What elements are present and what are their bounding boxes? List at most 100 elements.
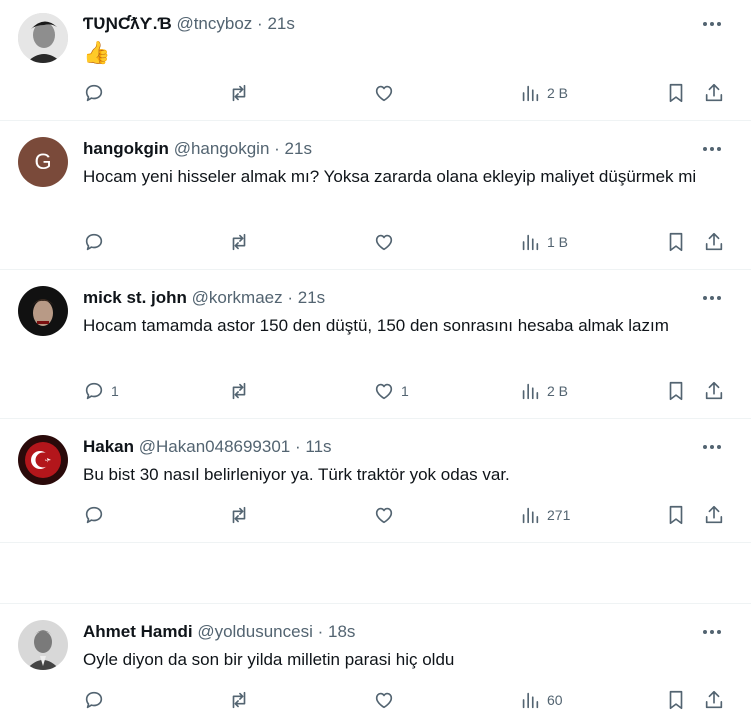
reply-count: 1 <box>111 383 119 399</box>
bookmark-icon <box>669 232 683 252</box>
bookmark-button[interactable] <box>665 688 687 712</box>
share-icon <box>705 83 723 102</box>
reply-icon <box>85 233 103 251</box>
heart-icon <box>375 85 393 102</box>
author-name[interactable]: mick st. john <box>83 288 187 307</box>
reply-button[interactable] <box>83 81 111 105</box>
analytics-icon <box>522 85 539 102</box>
avatar-letter: G <box>34 149 52 174</box>
share-icon <box>705 505 723 524</box>
author-name[interactable]: Ahmet Hamdi <box>83 622 193 641</box>
more-options-icon[interactable] <box>701 138 723 160</box>
share-button[interactable] <box>703 379 725 403</box>
share-button[interactable] <box>703 81 725 105</box>
views-button[interactable]: 2 B <box>519 379 568 403</box>
view-count: 60 <box>547 692 563 708</box>
retweet-button[interactable] <box>228 688 250 712</box>
like-button[interactable] <box>373 503 401 527</box>
timestamp[interactable]: 11s <box>305 437 331 456</box>
retweet-icon <box>232 506 246 524</box>
more-options-icon[interactable] <box>701 436 723 458</box>
share-button[interactable] <box>703 230 725 254</box>
views-button[interactable]: 2 B <box>519 81 568 105</box>
more-options-icon[interactable] <box>701 287 723 309</box>
timestamp[interactable]: 21s <box>298 288 325 307</box>
tweet-actions: 1 B <box>83 230 728 254</box>
share-button[interactable] <box>703 688 725 712</box>
share-icon <box>705 381 723 400</box>
avatar[interactable] <box>18 435 68 485</box>
separator-dot: · <box>287 288 294 307</box>
analytics-icon <box>522 692 539 709</box>
retweet-button[interactable] <box>228 379 250 403</box>
tweet-header: mick st. john @korkmaez · 21s <box>83 287 325 309</box>
view-count: 271 <box>547 507 571 523</box>
retweet-icon <box>232 84 246 102</box>
bookmark-icon <box>669 505 683 525</box>
bookmark-button[interactable] <box>665 230 687 254</box>
avatar[interactable] <box>18 13 68 63</box>
share-icon <box>705 232 723 251</box>
tweet[interactable]: mick st. john @korkmaez · 21s Hocam tama… <box>0 270 751 419</box>
reply-icon <box>85 691 103 709</box>
view-count: 1 B <box>547 234 569 250</box>
timestamp[interactable]: 21s <box>267 14 294 33</box>
bookmark-button[interactable] <box>665 503 687 527</box>
views-button[interactable]: 1 B <box>519 230 568 254</box>
author-handle[interactable]: @tncyboz <box>176 14 252 33</box>
retweet-button[interactable] <box>228 81 250 105</box>
retweet-button[interactable] <box>228 230 250 254</box>
tweet-actions: 1 1 2 B <box>83 379 728 403</box>
separator-dot: · <box>274 139 280 158</box>
heart-icon <box>375 507 393 524</box>
tweet-header: Ahmet Hamdi @yoldusuncesi · 18s <box>83 621 355 643</box>
author-name[interactable]: hangokgin <box>83 139 169 158</box>
like-button[interactable] <box>373 688 401 712</box>
bookmark-icon <box>669 83 683 103</box>
heart-icon <box>375 234 393 251</box>
like-button[interactable] <box>373 81 401 105</box>
tweet-text: Hocam tamamda astor 150 den düştü, 150 d… <box>83 316 669 335</box>
tweet-actions: 2 B <box>83 81 728 105</box>
views-button[interactable]: 60 <box>519 688 563 712</box>
reply-button[interactable] <box>83 688 111 712</box>
tweet-text: Oyle diyon da son bir yilda milletin par… <box>83 650 455 669</box>
bookmark-button[interactable] <box>665 379 687 403</box>
like-button[interactable]: 1 <box>373 379 409 403</box>
author-handle[interactable]: @yoldusuncesi <box>197 622 313 641</box>
reply-icon <box>85 506 103 524</box>
views-button[interactable]: 271 <box>519 503 570 527</box>
avatar[interactable] <box>18 620 68 670</box>
share-button[interactable] <box>703 503 725 527</box>
tweet-header: hangokgin @hangokgin · 21s <box>83 138 312 160</box>
retweet-icon <box>232 233 246 251</box>
like-count: 1 <box>401 383 409 399</box>
reply-button[interactable] <box>83 503 111 527</box>
author-handle[interactable]: @hangokgin <box>174 139 270 158</box>
timestamp[interactable]: 21s <box>285 139 312 158</box>
author-name[interactable]: Hakan <box>83 437 134 456</box>
author-handle[interactable]: @korkmaez <box>192 288 283 307</box>
tweet[interactable]: G hangokgin @hangokgin · 21s Hocam yeni … <box>0 121 751 270</box>
retweet-button[interactable] <box>228 503 250 527</box>
timestamp[interactable]: 18s <box>328 622 355 641</box>
author-handle[interactable]: @Hakan048699301 <box>139 437 291 456</box>
separator-dot: · <box>295 437 301 456</box>
more-options-icon[interactable] <box>701 621 723 643</box>
bookmark-button[interactable] <box>665 81 687 105</box>
retweet-icon <box>232 382 246 400</box>
analytics-icon <box>522 234 539 251</box>
avatar[interactable] <box>18 286 68 336</box>
like-button[interactable] <box>373 230 401 254</box>
tweet-header: ƬƲƝƇƛƳ.Ɓ @tncyboz · 21s <box>83 13 295 35</box>
tweet-actions: 271 <box>83 503 728 527</box>
reply-button[interactable]: 1 <box>83 379 119 403</box>
author-name[interactable]: ƬƲƝƇƛƳ.Ɓ <box>83 14 172 33</box>
more-options-icon[interactable] <box>701 13 723 35</box>
tweet[interactable]: ƬƲƝƇƛƳ.Ɓ @tncyboz · 21s 👍 2 B <box>0 0 751 121</box>
avatar[interactable]: G <box>18 137 68 187</box>
tweet[interactable]: Hakan @Hakan048699301 · 11s Bu bist 30 n… <box>0 419 751 543</box>
tweet[interactable]: Ahmet Hamdi @yoldusuncesi · 18s Oyle diy… <box>0 603 751 726</box>
reply-icon <box>85 84 103 102</box>
reply-button[interactable] <box>83 230 111 254</box>
